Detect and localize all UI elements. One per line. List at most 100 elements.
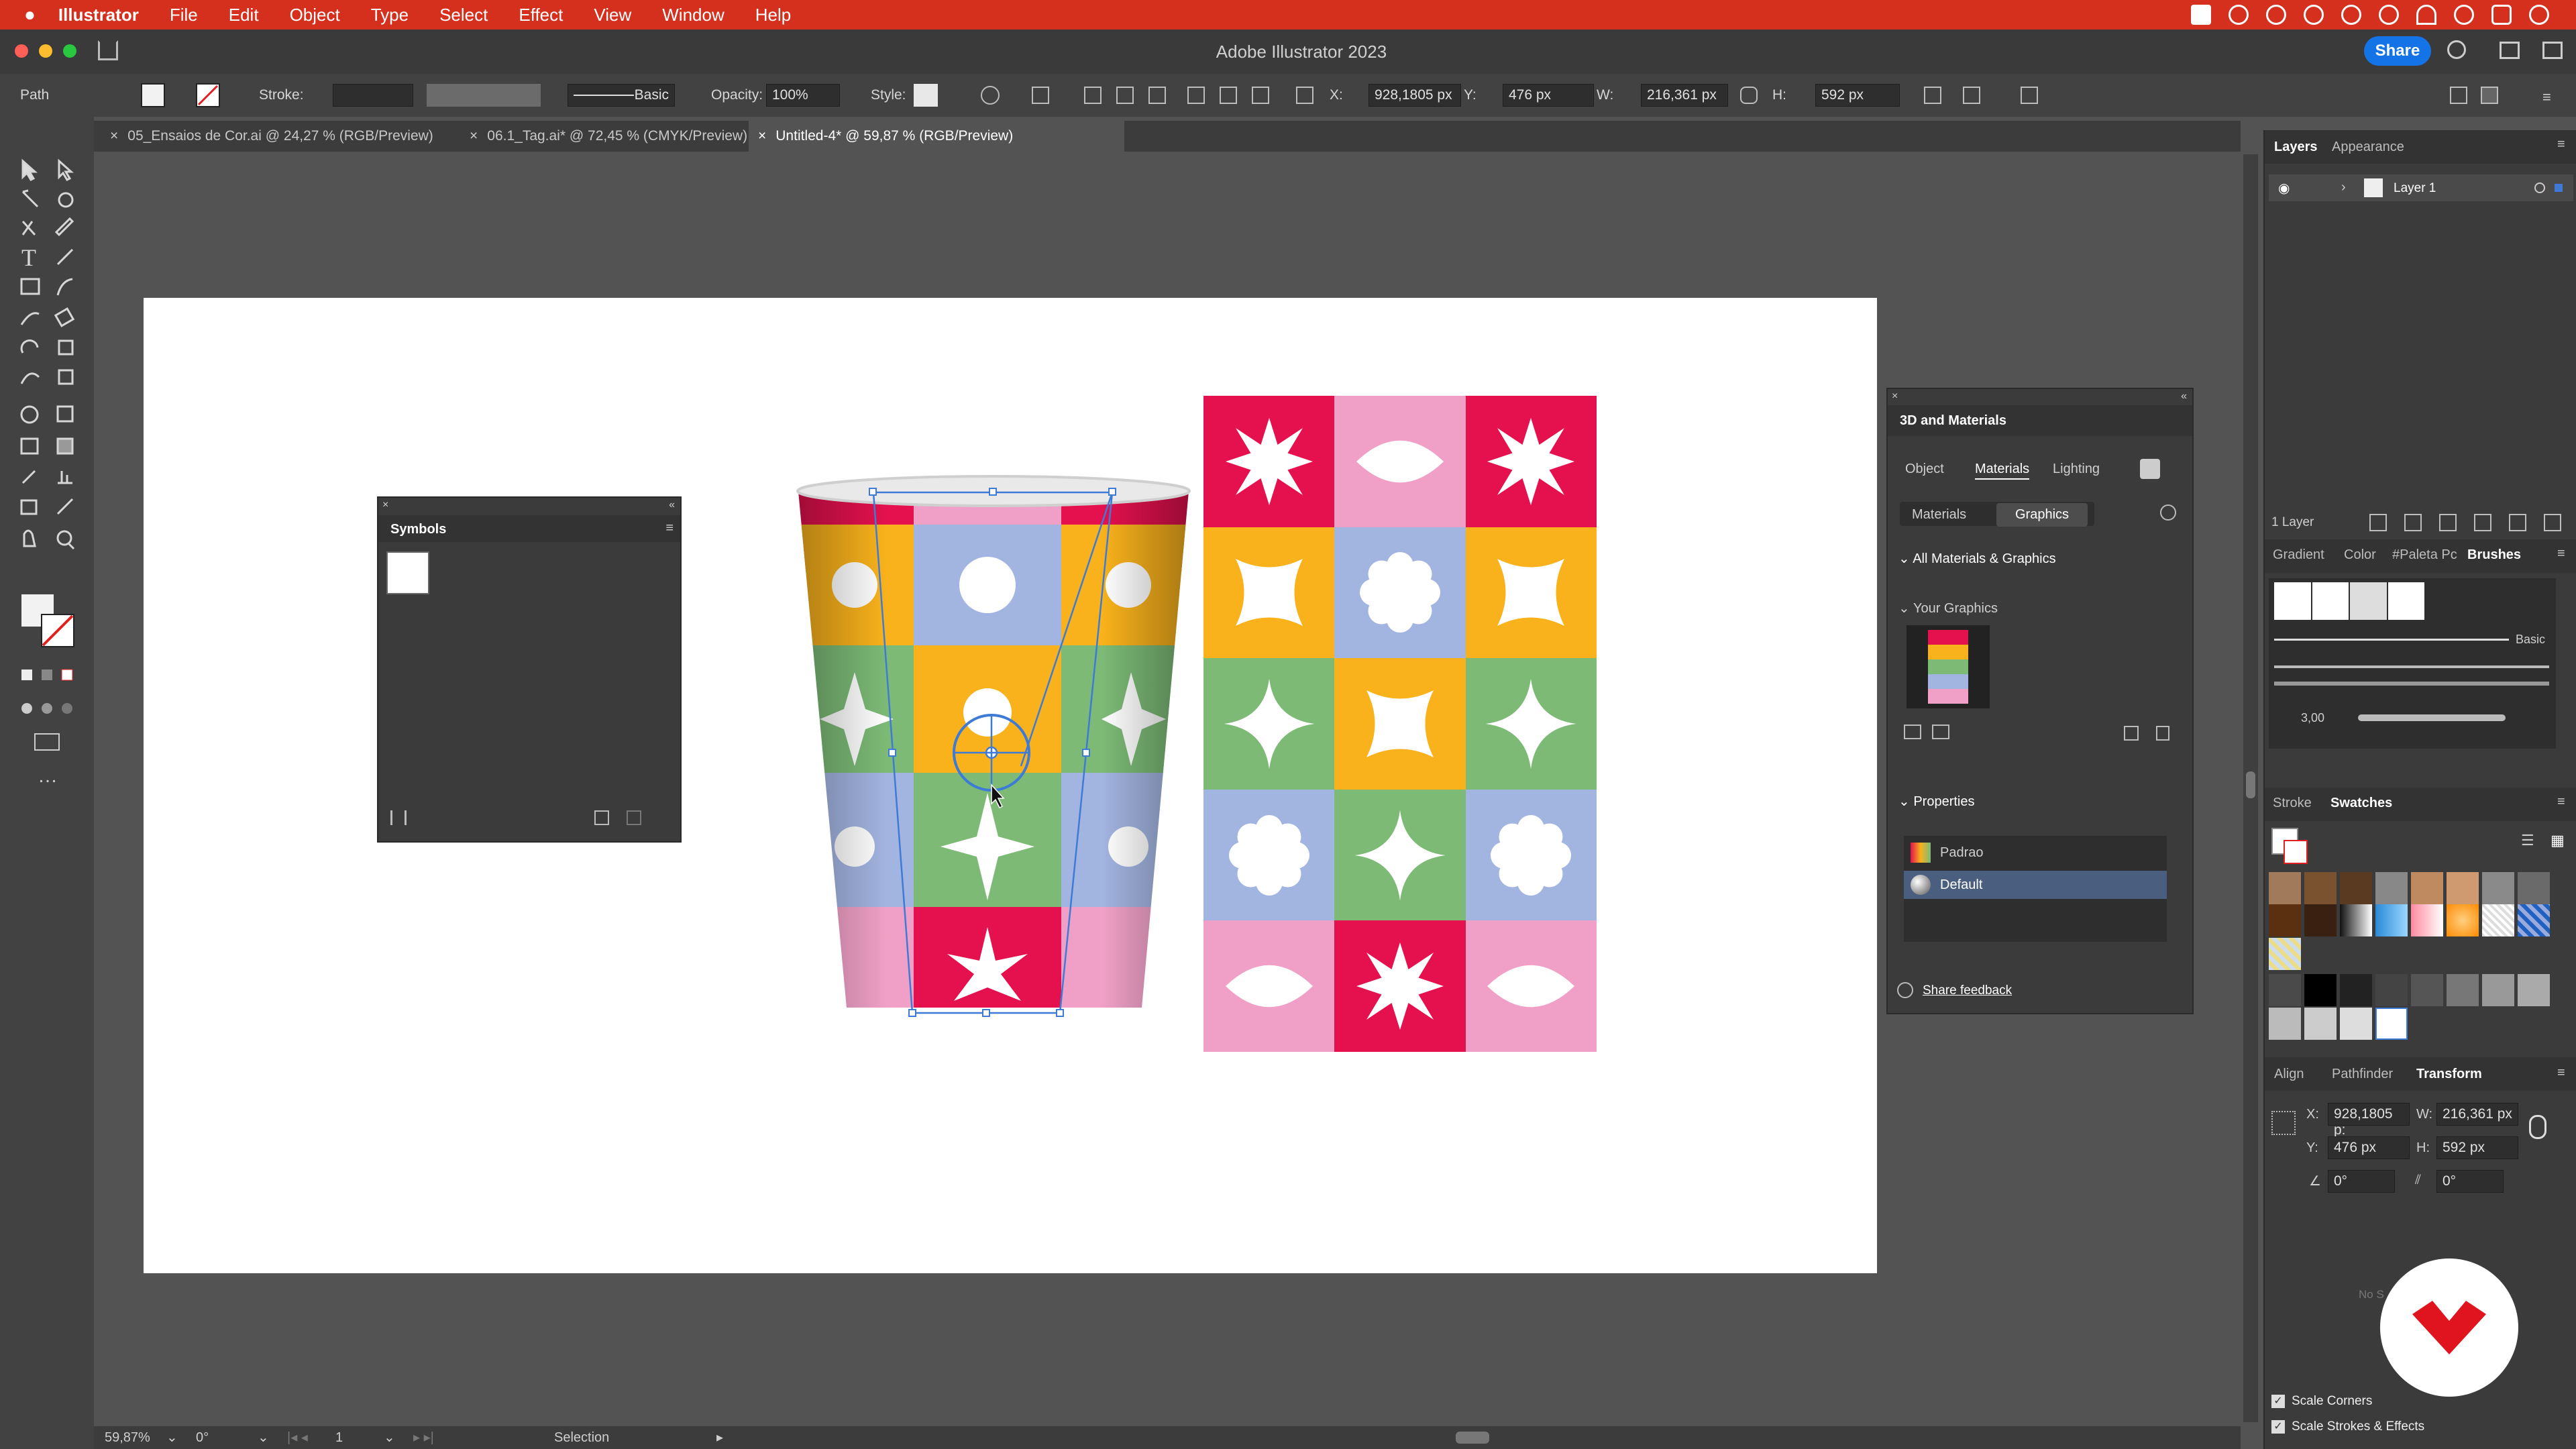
swatch[interactable]	[2411, 872, 2443, 904]
gear-status-icon[interactable]	[2304, 5, 2324, 25]
graphic-thumbnail[interactable]	[1907, 625, 1990, 708]
place-graphic-icon[interactable]	[1904, 724, 1921, 739]
symbol-libraries-icon[interactable]	[390, 810, 407, 825]
new-sublayer-icon[interactable]	[2474, 514, 2491, 531]
scroll-thumb[interactable]	[1456, 1432, 1489, 1444]
close-tab-icon[interactable]: ×	[470, 128, 478, 144]
tab-brushes[interactable]: Brushes	[2467, 547, 2521, 563]
transform-icon[interactable]	[1924, 87, 1941, 104]
place-multiple-icon[interactable]	[1932, 724, 1949, 739]
all-materials-section[interactable]: ⌄ All Materials & Graphics	[1898, 550, 2056, 567]
share-feedback-link[interactable]: Share feedback	[1923, 983, 2012, 998]
graphic-style-swatch[interactable]	[914, 84, 938, 107]
menu-select[interactable]: Select	[439, 5, 488, 25]
tab-appearance[interactable]: Appearance	[2332, 140, 2404, 155]
current-tool[interactable]: Selection	[554, 1430, 609, 1446]
layer-row[interactable]: ◉ › Layer 1	[2269, 174, 2573, 201]
align-top-icon[interactable]	[1187, 87, 1205, 104]
swatch[interactable]	[2340, 904, 2372, 936]
share-button[interactable]: Share	[2364, 36, 2431, 66]
close-tab-icon[interactable]: ×	[758, 128, 766, 144]
collapse-panel-icon[interactable]: «	[669, 499, 675, 511]
shear-field[interactable]: 0°	[2436, 1170, 2504, 1193]
tab-ensaios[interactable]: × 05_Ensaios de Cor.ai @ 24,27 % (RGB/Pre…	[101, 121, 449, 152]
align-bottom-icon[interactable]	[1252, 87, 1269, 104]
brush-stroke-2[interactable]	[2274, 665, 2549, 668]
x-field[interactable]: 928,1805 px	[1368, 84, 1461, 107]
symbol-thumbnail[interactable]	[386, 551, 429, 594]
swatch[interactable]	[2518, 974, 2550, 1006]
pattern-graphic[interactable]	[1203, 396, 1597, 1052]
your-graphics-section[interactable]: ⌄ Your Graphics	[1898, 600, 1998, 616]
align-left-icon[interactable]	[1084, 87, 1102, 104]
menu-edit[interactable]: Edit	[229, 5, 259, 25]
list-view-icon[interactable]: ☰	[2521, 832, 2534, 849]
panel-menu-icon[interactable]: ≡	[2557, 794, 2565, 810]
transform-w-field[interactable]: 216,361 px	[2436, 1103, 2518, 1126]
menu-type[interactable]: Type	[371, 5, 409, 25]
brush-tip[interactable]	[2350, 582, 2387, 620]
creative-cloud-icon[interactable]	[2229, 5, 2249, 25]
tab-pathfinder[interactable]: Pathfinder	[2332, 1067, 2393, 1082]
swatch[interactable]	[2304, 872, 2337, 904]
close-window-button[interactable]	[15, 44, 28, 58]
align-vcenter-icon[interactable]	[1220, 87, 1237, 104]
layer-name[interactable]: Layer 1	[2394, 181, 2436, 196]
tab-gradient[interactable]: Gradient	[2273, 547, 2324, 563]
menu-view[interactable]: View	[594, 5, 631, 25]
tab-color[interactable]: Color	[2344, 547, 2376, 563]
rotate-dropdown-icon[interactable]: ⌄	[258, 1429, 269, 1446]
swatch-fill-stroke[interactable]	[2271, 828, 2308, 864]
panel-menu-icon[interactable]: ≡	[2557, 137, 2565, 152]
home-icon[interactable]	[98, 40, 118, 60]
zoom-window-button[interactable]	[63, 44, 76, 58]
new-symbol-icon[interactable]	[594, 810, 609, 825]
info-icon[interactable]	[2160, 504, 2176, 521]
swatch[interactable]	[2375, 1008, 2408, 1040]
scale-strokes-option[interactable]: ✓ Scale Strokes & Effects	[2271, 1419, 2424, 1434]
swatch[interactable]	[2269, 1008, 2301, 1040]
align-right-icon[interactable]	[1148, 87, 1166, 104]
property-padrao[interactable]: Padrao	[1904, 839, 2167, 867]
swatch[interactable]	[2269, 938, 2301, 970]
make-clipping-mask-icon[interactable]	[2439, 514, 2457, 531]
y-field[interactable]: 476 px	[1503, 84, 1594, 107]
panel-menu-icon[interactable]: ≡	[2557, 1065, 2565, 1081]
scale-strokes-checkbox[interactable]: ✓	[2271, 1420, 2285, 1434]
zoom-level[interactable]: 59,87%	[105, 1430, 150, 1446]
transform-x-field[interactable]: 928,1805 p:	[2328, 1103, 2410, 1138]
vertical-scrollbar[interactable]	[2243, 154, 2258, 1422]
swatch[interactable]	[2447, 904, 2479, 936]
visibility-eye-icon[interactable]: ◉	[2278, 180, 2290, 197]
cup-3d-object[interactable]	[780, 444, 1209, 1021]
swatch[interactable]	[2375, 904, 2408, 936]
swatch-folder-icon[interactable]	[2269, 974, 2301, 1006]
swatch[interactable]	[2304, 904, 2337, 936]
align-hcenter-icon[interactable]	[1116, 87, 1134, 104]
symbols-panel-title[interactable]: Symbols	[390, 522, 446, 537]
menu-file[interactable]: File	[170, 5, 198, 25]
swatch[interactable]	[2411, 904, 2443, 936]
reference-point-locator[interactable]	[2271, 1111, 2296, 1135]
swatch[interactable]	[2375, 974, 2408, 1006]
app-menu[interactable]: Illustrator	[58, 5, 139, 25]
swatch[interactable]	[2269, 872, 2301, 904]
clock-icon[interactable]	[2529, 5, 2549, 25]
workspace-icon[interactable]	[2500, 42, 2520, 59]
brush-definition-field[interactable]: Basic	[568, 84, 675, 107]
target-icon[interactable]	[2534, 182, 2545, 193]
rotate-field[interactable]: 0°	[2328, 1170, 2395, 1193]
swatch[interactable]	[2340, 872, 2372, 904]
fill-swatch[interactable]	[141, 83, 165, 107]
wifi-icon[interactable]	[2416, 5, 2436, 25]
scale-corners-option[interactable]: ✓ Scale Corners	[2271, 1394, 2372, 1409]
w-field[interactable]: 216,361 px	[1641, 84, 1728, 107]
delete-layer-icon[interactable]	[2544, 514, 2561, 531]
menu-help[interactable]: Help	[755, 5, 791, 25]
search-icon[interactable]	[2454, 5, 2474, 25]
property-default[interactable]: Default	[1904, 871, 2167, 899]
arrange-documents-icon[interactable]	[2450, 87, 2467, 104]
recolor-icon[interactable]	[981, 86, 1000, 105]
subtab-graphics[interactable]: Graphics	[1996, 503, 2088, 527]
tab-materials[interactable]: Materials	[1975, 462, 2030, 480]
